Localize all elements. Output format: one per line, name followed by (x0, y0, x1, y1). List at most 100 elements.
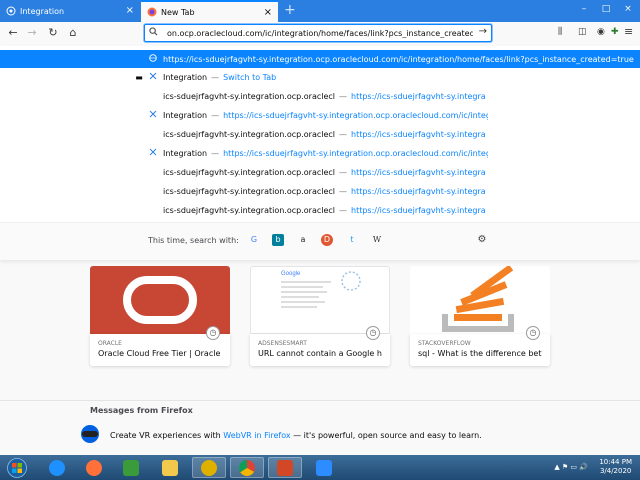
globe-icon (148, 54, 158, 64)
suggestion-row[interactable]: ics-sduejrfagvht-sy.integration.ocp.orac… (0, 87, 640, 105)
close-window-button[interactable]: × (622, 4, 634, 16)
clock-icon: ◷ (206, 326, 220, 340)
suggestion-row[interactable]: https://ics-sduejrfagvht-sy.integration.… (0, 50, 640, 68)
account-icon[interactable]: ◉ (597, 27, 605, 37)
suggestion-url: https://ics-sduejrfagvht-sy.integration.… (351, 167, 485, 177)
taskbar-ie[interactable] (40, 457, 74, 478)
top-site-source: STACKOVERFLOW (418, 340, 471, 347)
suggestion-text: https://ics-sduejrfagvht-sy.integration.… (163, 54, 634, 64)
suggestion-title: ics-sduejrfagvht-sy.integration.ocp.orac… (163, 186, 335, 196)
taskbar-explorer[interactable] (153, 457, 187, 478)
presentation-icon (277, 459, 293, 476)
taskbar-clock[interactable]: 10:44 PM 3/4/2020 (599, 458, 632, 476)
taskbar-app[interactable] (192, 457, 226, 478)
suggestion-title: ics-sduejrfagvht-sy.integration.ocp.orac… (163, 205, 335, 215)
suggestion-row[interactable]: Integration — https://ics-sduejrfagvht-sy.… (0, 106, 640, 124)
tab-label: Integration (20, 6, 65, 16)
suggestion-title: Integration (163, 110, 208, 120)
suggestion-title: Integration (163, 72, 208, 82)
top-site-stackoverflow[interactable]: ◷ STACKOVERFLOW sql - What is the differ… (410, 266, 550, 366)
integration-icon (148, 72, 158, 82)
new-tab-page: ◷ ORACLE Oracle Cloud Free Tier | Oracle… (0, 260, 640, 455)
suggestion-url: https://ics-sduejrfagvht-sy.integration.… (223, 148, 488, 158)
suggestion-title: ics-sduejrfagvht-sy.integration.ocp.orac… (163, 129, 335, 139)
suggestion-title: Integration (163, 148, 208, 158)
windows-taskbar: ▲ ⚑ ▭ 🔊 10:44 PM 3/4/2020 (0, 455, 640, 480)
suggestion-row[interactable]: ics-sduejrfagvht-sy.integration.ocp.orac… (0, 125, 640, 143)
top-site-source: ORACLE (98, 340, 122, 347)
back-button[interactable]: ← (6, 26, 20, 40)
firefox-icon (147, 7, 157, 17)
tab-strip: Integration × New Tab × + – □ × (0, 0, 640, 22)
extension-icon[interactable]: ✚ (611, 27, 619, 37)
suggestion-url: https://ics-sduejrfagvht-sy.integration.… (351, 186, 485, 196)
minimize-button[interactable]: – (578, 4, 590, 16)
search-icon (149, 27, 161, 39)
suggestion-row[interactable]: Integration — https://ics-sduejrfagvht-sy.… (0, 144, 640, 162)
top-site-source: ADSENSESMART (258, 340, 307, 347)
tab-icon: ▬ (135, 72, 143, 82)
gear-icon[interactable]: ⚙ (476, 234, 488, 246)
one-off-search-bar: This time, search with: G b a D t W ⚙ (0, 222, 640, 260)
taskbar-presentation[interactable] (268, 457, 302, 478)
forward-button[interactable]: → (25, 26, 39, 40)
library-icon[interactable]: ⫼ (558, 27, 562, 37)
chrome-icon (239, 459, 255, 476)
bing-icon[interactable]: b (272, 234, 284, 246)
amazon-icon[interactable]: a (297, 234, 309, 246)
address-bar[interactable]: on.ocp.oraclecloud.com/ic/integration/ho… (144, 24, 492, 42)
system-tray[interactable]: ▲ ⚑ ▭ 🔊 (554, 463, 588, 471)
firefox-icon (86, 459, 102, 476)
messages-section: Messages from Firefox Create VR experien… (0, 400, 640, 455)
suggestion-row[interactable]: ics-sduejrfagvht-sy.integration.ocp.orac… (0, 201, 640, 219)
tab-label: New Tab (161, 7, 195, 17)
taskbar-chrome[interactable] (230, 457, 264, 478)
home-button[interactable]: ⌂ (66, 26, 80, 40)
messages-text: Create VR experiences with WebVR in Fire… (110, 431, 482, 440)
suggestion-row[interactable]: ics-sduejrfagvht-sy.integration.ocp.orac… (0, 182, 640, 200)
new-tab-button[interactable]: + (284, 2, 296, 18)
taskbar-spreadsheet[interactable] (114, 457, 148, 478)
duckduckgo-icon[interactable]: D (321, 234, 333, 246)
go-arrow-icon[interactable]: → (479, 26, 487, 37)
suggestion-url: https://ics-sduejrfagvht-sy.integration.… (223, 110, 488, 120)
integration-icon (6, 6, 16, 16)
suggestion-url: https://ics-sduejrfagvht-sy.integration.… (351, 129, 485, 139)
url-suggestions-dropdown: https://ics-sduejrfagvht-sy.integration.… (0, 46, 640, 260)
suggestion-row[interactable]: ▬ Integration — Switch to Tab (0, 68, 640, 86)
integration-icon (148, 148, 158, 158)
tab-integration[interactable]: Integration × (0, 0, 140, 22)
ie-icon (49, 459, 65, 476)
clock-icon: ◷ (366, 326, 380, 340)
taskbar-firefox[interactable] (77, 457, 111, 478)
messages-title: Messages from Firefox (90, 406, 193, 415)
reload-button[interactable]: ↻ (46, 26, 60, 40)
top-site-title: sql - What is the difference betwe... (418, 349, 542, 358)
gear-icon (201, 459, 217, 476)
svg-text:Google: Google (281, 271, 301, 277)
top-site-adsensesmart[interactable]: Google ◷ ADSENSESMART URL cannot contain… (250, 266, 390, 366)
twitter-icon[interactable]: t (346, 234, 358, 246)
tab-new-tab[interactable]: New Tab × (141, 0, 278, 22)
suggestion-title: ics-sduejrfagvht-sy.integration.ocp.orac… (163, 167, 335, 177)
folder-icon (162, 459, 178, 476)
webvr-link[interactable]: WebVR in Firefox (223, 431, 290, 440)
top-site-oracle[interactable]: ◷ ORACLE Oracle Cloud Free Tier | Oracle (90, 266, 230, 366)
start-button[interactable] (2, 457, 32, 478)
clock-icon: ◷ (526, 326, 540, 340)
stackoverflow-logo (410, 266, 550, 334)
menu-icon[interactable]: ≡ (624, 25, 633, 38)
page-thumbnail: Google (250, 266, 390, 334)
suggestion-row[interactable]: ics-sduejrfagvht-sy.integration.ocp.orac… (0, 163, 640, 181)
address-input[interactable]: on.ocp.oraclecloud.com/ic/integration/ho… (167, 29, 473, 38)
video-camera-icon (316, 459, 332, 476)
sidebar-icon[interactable]: ◫ (578, 27, 587, 37)
close-icon[interactable]: × (126, 5, 134, 16)
top-site-title: Oracle Cloud Free Tier | Oracle (98, 349, 221, 358)
switch-to-tab-label: Switch to Tab (223, 72, 277, 82)
taskbar-zoom[interactable] (307, 457, 341, 478)
maximize-button[interactable]: □ (600, 4, 612, 16)
google-icon[interactable]: G (248, 234, 260, 246)
close-icon[interactable]: × (264, 7, 272, 18)
wikipedia-icon[interactable]: W (371, 234, 383, 246)
